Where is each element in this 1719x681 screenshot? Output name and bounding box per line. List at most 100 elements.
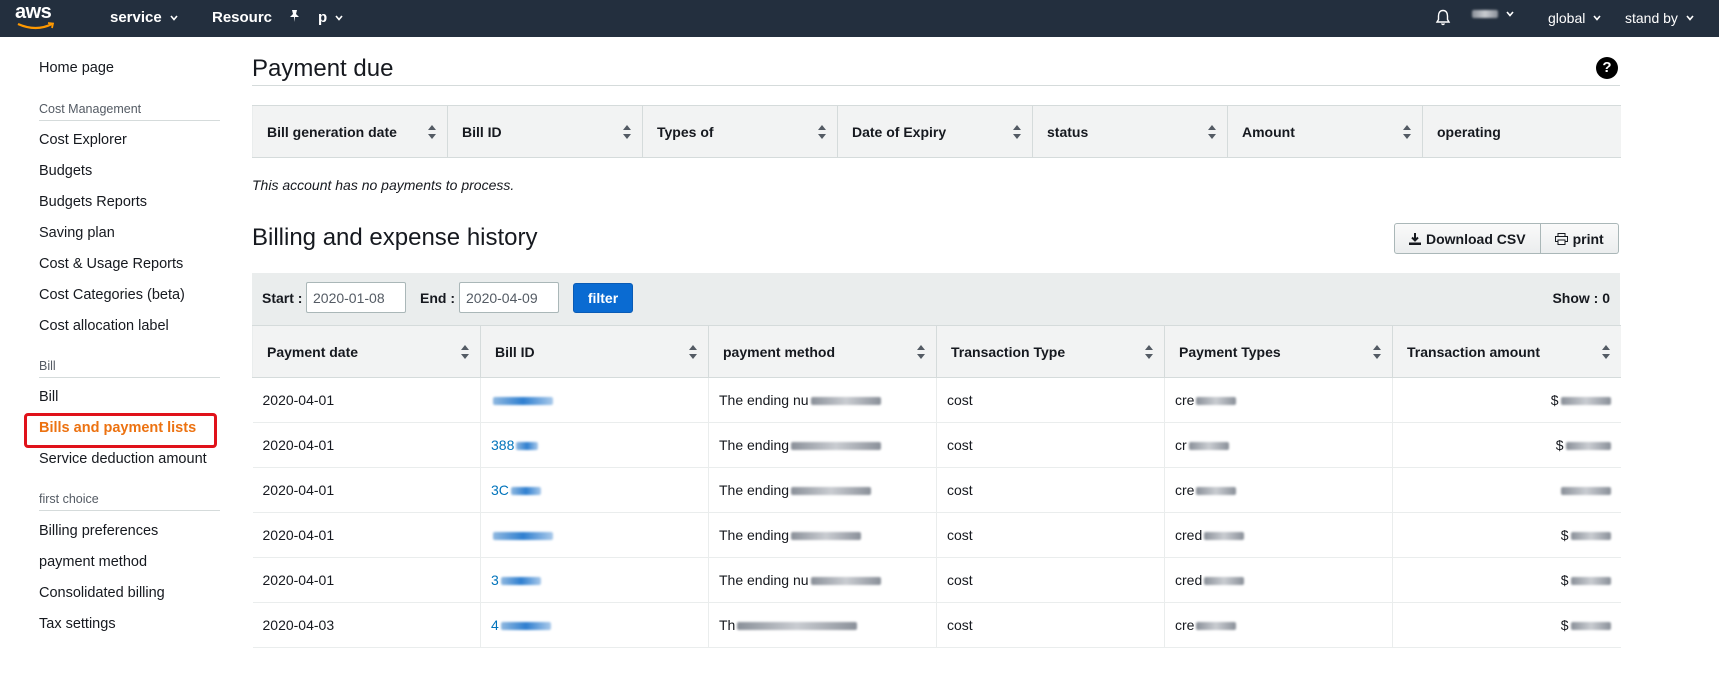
sidebar-section-cost-management: Cost Management [39,102,220,121]
sidebar-item-consolidated-billing[interactable]: Consolidated billing [39,585,165,601]
bill-id-link[interactable]: 3 [480,557,709,603]
column-header-payment-date[interactable]: Payment date [252,325,481,378]
payment-type-cell-text: cre [1175,617,1195,633]
redacted-value [791,442,882,451]
table-row: 2020-04-01 The ending nu cost cre $ [252,377,1621,423]
sidebar-item-payment-method[interactable]: payment method [39,554,147,570]
sort-icon [1145,345,1153,359]
column-header-label: Amount [1242,123,1295,140]
column-header-bill-id[interactable]: Bill ID [447,105,643,158]
payment-method-cell: The ending [708,512,937,558]
sidebar-item-billing-preferences[interactable]: Billing preferences [39,523,158,539]
column-header-payment-method[interactable]: payment method [708,325,937,378]
column-header-label: Bill ID [495,343,535,360]
sort-icon [461,345,469,359]
print-button[interactable]: print [1540,223,1619,254]
sidebar-item-cost-allocation-label[interactable]: Cost allocation label [39,318,169,334]
region-menu[interactable]: global [1548,10,1601,26]
column-header-payment-types[interactable]: Payment Types [1164,325,1393,378]
payment-method-cell: The ending [708,467,937,513]
redacted-value [1560,487,1611,496]
history-table-body: 2020-04-01 The ending nu cost cre $2020-04-0… [252,377,1621,648]
column-header-label: operating [1437,123,1501,140]
transaction-amount-cell-text: $ [1560,527,1569,543]
sidebar-item-service-deduction-amount[interactable]: Service deduction amount [39,451,207,467]
bill-id-link[interactable]: 3C [480,467,709,513]
transaction-amount-cell-text: $ [1555,437,1564,453]
account-menu[interactable] [1472,10,1514,18]
sidebar-item-budgets-reports[interactable]: Budgets Reports [39,194,147,210]
payment-due-header-row: Bill generation date Bill ID Types of Da… [252,105,1621,158]
column-header-bill-generation-date[interactable]: Bill generation date [252,105,448,158]
payment-date-cell: 2020-04-01 [252,512,481,558]
column-header-label: Payment date [267,343,359,360]
end-date-input[interactable] [459,282,559,313]
pin-button[interactable] [288,9,301,23]
bill-id-link[interactable]: 4 [480,602,709,648]
sort-icon [623,125,631,139]
column-header-operating: operating [1422,105,1621,158]
column-header-status[interactable]: status [1032,105,1228,158]
payment-due-title: Payment due [252,55,394,82]
transaction-type-cell-text: cost [947,482,973,498]
aws-logo-text: aws [15,1,52,23]
transaction-amount-cell [1392,467,1621,513]
redacted-value [791,487,872,496]
column-header-date-of-expiry[interactable]: Date of Expiry [837,105,1033,158]
filter-button[interactable]: filter [573,283,633,313]
transaction-amount-cell-text: $ [1560,572,1569,588]
pin-icon [290,10,299,22]
history-actions: Download CSV print [1394,223,1619,254]
payment-method-cell: Th [708,602,937,648]
transaction-type-cell-text: cost [947,392,973,408]
title-divider [252,85,1620,86]
sidebar-item-cost-explorer[interactable]: Cost Explorer [39,132,127,148]
sidebar-item-cost-categories[interactable]: Cost Categories (beta) [39,287,185,303]
transaction-type-cell-text: cost [947,527,973,543]
sidebar-item-saving-plan[interactable]: Saving plan [39,225,115,241]
sort-icon [1601,345,1610,359]
aws-logo[interactable]: aws [15,2,65,34]
sort-icon [1013,125,1021,139]
no-payments-message: This account has no payments to process. [252,177,515,193]
table-row: 2020-04-03 4 Th cost cre $ [252,602,1621,648]
column-header-label: Payment Types [1179,343,1281,360]
payment-date-cell: 2020-04-01 [252,422,481,468]
transaction-amount-cell: $ [1392,512,1621,558]
sidebar-item-home[interactable]: Home page [39,60,114,76]
payment-date-cell-text: 2020-04-03 [262,617,335,633]
sidebar-item-bill[interactable]: Bill [39,389,58,405]
bill-id-link[interactable] [480,377,709,423]
sort-icon [1208,125,1216,139]
table-row: 2020-04-01 3C The ending cost cre [252,467,1621,513]
print-icon [1554,232,1568,245]
bill-id-link[interactable] [480,512,709,558]
start-date-input[interactable] [306,282,406,313]
redacted-value [1570,622,1611,631]
column-header-bill-id[interactable]: Bill ID [480,325,709,378]
redacted-value [1204,577,1245,586]
bill-id-link[interactable]: 388 [480,422,709,468]
download-csv-label: Download CSV [1426,230,1526,247]
column-header-transaction-type[interactable]: Transaction Type [936,325,1165,378]
redacted-value [493,532,553,541]
payment-method-cell-text: The ending [719,482,790,498]
column-header-amount[interactable]: Amount [1227,105,1423,158]
help-icon[interactable]: ? [1596,57,1618,79]
redacted-value [810,397,881,406]
column-header-types-of[interactable]: Types of [642,105,838,158]
notifications-button[interactable] [1435,9,1451,26]
pinned-menu[interactable]: p [318,9,343,26]
support-menu[interactable]: stand by [1625,10,1694,26]
sidebar-item-cost-usage-reports[interactable]: Cost & Usage Reports [39,256,183,272]
bill-id-link-text: 4 [491,617,499,633]
download-csv-button[interactable]: Download CSV [1394,223,1541,254]
services-menu[interactable]: service [110,9,178,26]
resource-groups-menu[interactable]: Resourc [212,9,272,26]
sidebar-item-tax-settings[interactable]: Tax settings [39,616,116,632]
column-header-transaction-amount[interactable]: Transaction amount [1392,325,1621,378]
sidebar-item-budgets[interactable]: Budgets [39,163,92,179]
redacted-value [1565,442,1611,451]
sort-icon [1403,125,1411,139]
sort-icon [1373,345,1381,359]
